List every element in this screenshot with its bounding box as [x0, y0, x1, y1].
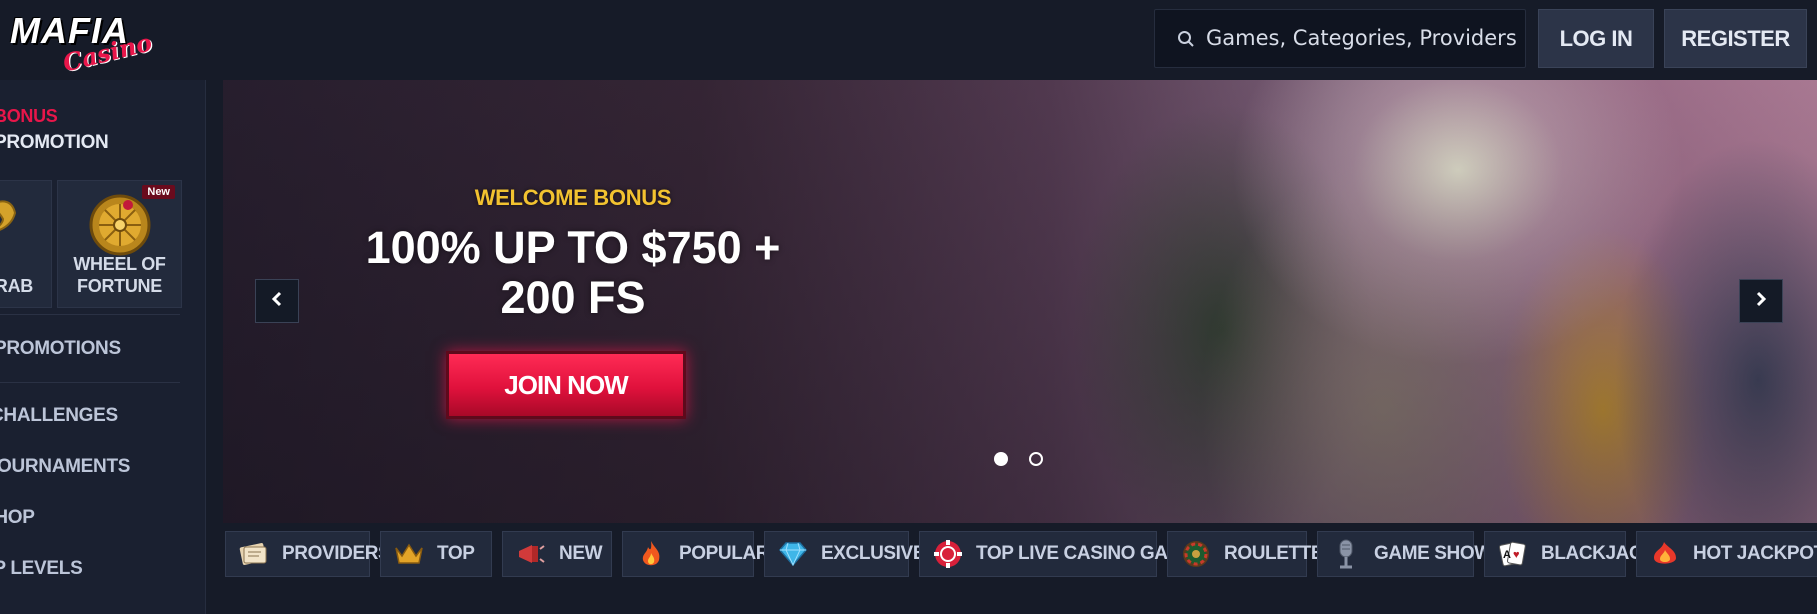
fire-icon: [633, 536, 669, 572]
search-icon: [1177, 30, 1195, 48]
roulette-icon: [1178, 536, 1214, 572]
category-game-shows[interactable]: GAME SHOWS: [1317, 531, 1504, 577]
promotion-label: PROMOTION: [0, 132, 109, 153]
category-exclusive[interactable]: EXCLUSIVE: [764, 531, 925, 577]
left-sidebar: BONUS PROMOTION CRAB New WHEEL OFFORTUNE…: [0, 80, 206, 614]
top-header: MAFIA Casino Games, Categories, Provider…: [0, 0, 1817, 80]
search-placeholder: Games, Categories, Providers: [1206, 26, 1517, 50]
category-label: POPULAR: [679, 543, 770, 564]
banner-headline: 100% UP TO $750 + 200 FS: [323, 223, 823, 323]
category-label: ROULETTE: [1224, 543, 1324, 564]
headline-line-2: 200 FS: [500, 272, 646, 323]
category-popular[interactable]: POPULAR: [622, 531, 770, 577]
divider: [0, 382, 180, 383]
category-new[interactable]: NEW: [502, 531, 612, 577]
category-label: HOT JACKPOTS: [1693, 543, 1817, 564]
carousel-dot-1[interactable]: [994, 452, 1008, 466]
headline-line-1: 100% UP TO $750 +: [365, 222, 781, 273]
sidebar-item-tournaments[interactable]: TOURNAMENTS: [0, 456, 130, 478]
hot-icon: [1647, 536, 1683, 572]
crab-icon: [0, 195, 19, 254]
bonus-label: BONUS: [0, 106, 58, 126]
svg-text:♥: ♥: [1513, 549, 1520, 561]
sidebar-item-promotions[interactable]: PROMOTIONS: [0, 338, 121, 360]
tile-wheel-of-fortune[interactable]: New WHEEL OF FORTUNE: [57, 180, 182, 308]
tile-crab-label: CRAB: [0, 276, 33, 296]
category-hot-jackpots[interactable]: HOT JACKPOTS: [1636, 531, 1817, 577]
login-button[interactable]: LOG IN: [1538, 9, 1654, 68]
tile-crab[interactable]: CRAB: [0, 180, 52, 308]
crown-icon: [391, 536, 427, 572]
category-label: EXCLUSIVE: [821, 543, 926, 564]
providers-icon: [236, 536, 272, 572]
mafia-casino-logo[interactable]: MAFIA Casino: [10, 8, 160, 78]
wheel-icon: [88, 193, 152, 262]
category-label: TOP: [437, 543, 475, 564]
carousel-dot-2[interactable]: [1029, 452, 1043, 466]
category-label: NEW: [559, 543, 603, 564]
tile-wheel-label: WHEEL OF FORTUNE: [73, 254, 166, 296]
divider: [0, 314, 180, 315]
category-top[interactable]: TOP: [380, 531, 492, 577]
svg-text:A: A: [1503, 549, 1511, 561]
carousel-prev-button[interactable]: [255, 279, 299, 323]
category-top-live-casino-games[interactable]: TOP LIVE CASINO GAMES: [919, 531, 1208, 577]
search-input[interactable]: Games, Categories, Providers: [1154, 9, 1526, 68]
sidebar-item-vip-levels[interactable]: VIP LEVELS: [0, 558, 83, 580]
register-button[interactable]: REGISTER: [1664, 9, 1807, 68]
join-now-button[interactable]: JOIN NOW: [446, 351, 686, 419]
diamond-icon: [775, 536, 811, 572]
category-roulette[interactable]: ROULETTE: [1167, 531, 1324, 577]
megaphone-icon: [513, 536, 549, 572]
cards-icon: A ♥: [1495, 536, 1531, 572]
carousel-next-button[interactable]: [1739, 279, 1783, 323]
sidebar-item-challenges[interactable]: CHALLENGES: [0, 405, 118, 427]
category-bar: PROVIDERS TOP NEW POPULAR EXCLUSIVE TOP …: [223, 531, 1817, 579]
category-label: PROVIDERS: [282, 543, 391, 564]
chevron-right-icon: [1753, 291, 1769, 312]
category-providers[interactable]: PROVIDERS: [225, 531, 391, 577]
microphone-icon: [1328, 536, 1364, 572]
banner-kicker: WELCOME BONUS: [474, 185, 672, 210]
poker-chip-icon: [930, 536, 966, 572]
category-blackjack[interactable]: A ♥ BLACKJACK: [1484, 531, 1656, 577]
hero-banner: WELCOME BONUS 100% UP TO $750 + 200 FS J…: [223, 80, 1817, 523]
sidebar-item-shop[interactable]: SHOP: [0, 507, 35, 529]
chevron-left-icon: [269, 291, 285, 312]
